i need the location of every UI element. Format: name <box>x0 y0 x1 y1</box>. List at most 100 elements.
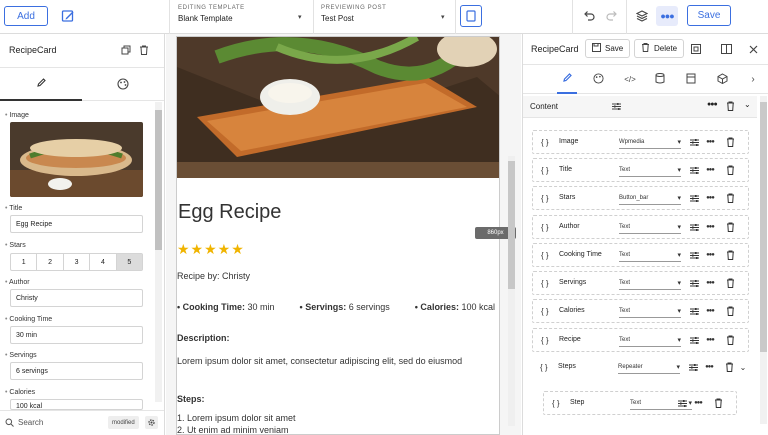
trash-icon[interactable] <box>724 305 736 317</box>
layers-icon[interactable] <box>633 7 651 25</box>
more-options-icon[interactable]: ●●● <box>703 361 715 373</box>
previewing-post-select[interactable]: PREVIEWING POST Test Post ▾ <box>321 5 449 23</box>
more-options-icon[interactable]: ●●● <box>704 277 716 289</box>
close-icon[interactable] <box>747 43 759 55</box>
servings-input[interactable]: 6 servings <box>10 362 143 380</box>
trash-icon[interactable] <box>724 277 736 289</box>
field-row[interactable]: { } Cooking Time Text ●●● <box>532 243 749 267</box>
field-type-select[interactable]: Text <box>619 278 681 290</box>
trash-icon[interactable] <box>724 249 736 261</box>
trash-icon[interactable] <box>724 334 736 346</box>
sliders-icon[interactable] <box>688 221 700 233</box>
chevron-down-icon[interactable]: ⌄ <box>744 100 751 109</box>
tab-edit[interactable] <box>0 68 82 101</box>
more-options-icon[interactable]: ●●● <box>692 397 704 409</box>
more-options-icon[interactable]: ●●● <box>707 101 718 108</box>
editing-template-select[interactable]: EDITING TEMPLATE Blank Template ▾ <box>178 5 306 23</box>
trash-icon[interactable] <box>724 221 736 233</box>
title-input[interactable]: Egg Recipe <box>10 215 143 233</box>
trash-icon[interactable] <box>138 44 150 56</box>
stars-option-5[interactable]: 5 <box>116 254 143 270</box>
field-row[interactable]: { } Recipe Text ●●● <box>532 328 749 352</box>
sliders-icon[interactable] <box>688 136 700 148</box>
sliders-icon[interactable] <box>688 277 700 289</box>
sliders-icon[interactable] <box>688 334 700 346</box>
tab-block[interactable] <box>712 65 732 94</box>
tab-template[interactable] <box>681 65 701 94</box>
field-row[interactable]: { }StepText●●● <box>543 391 737 415</box>
trash-icon[interactable] <box>724 136 736 148</box>
sliders-icon[interactable] <box>687 361 699 373</box>
add-button[interactable]: Add <box>4 6 48 26</box>
trash-icon[interactable] <box>726 101 735 113</box>
field-type-select[interactable]: Text <box>619 165 681 177</box>
viewport-toggle-button[interactable] <box>460 5 482 27</box>
scrollbar-thumb[interactable] <box>760 102 767 352</box>
field-row[interactable]: { } Servings Text ●●● <box>532 271 749 295</box>
field-row[interactable]: { } Steps Repeater ●●● ⌄ <box>532 356 749 380</box>
more-options-icon[interactable]: ●●● <box>704 305 716 317</box>
more-options-icon[interactable]: ●●● <box>704 334 716 346</box>
scrollbar[interactable] <box>760 96 767 424</box>
field-type-select[interactable]: Text <box>619 335 681 347</box>
edit-icon[interactable] <box>56 5 80 27</box>
tab-style[interactable] <box>82 68 164 101</box>
columns-icon[interactable] <box>720 43 732 55</box>
stars-option-4[interactable]: 4 <box>90 254 117 270</box>
tab-database[interactable] <box>650 65 670 94</box>
chevron-down-icon[interactable]: ⌄ <box>737 361 749 373</box>
stars-option-2[interactable]: 2 <box>37 254 64 270</box>
export-icon[interactable] <box>690 43 702 55</box>
more-options-icon[interactable]: ●●● <box>704 221 716 233</box>
more-options-icon[interactable]: ●●● <box>704 192 716 204</box>
search-input[interactable]: Search <box>18 418 43 427</box>
sliders-icon[interactable] <box>676 397 688 409</box>
save-block-button[interactable]: Save <box>585 39 631 58</box>
image-field-thumbnail[interactable] <box>10 122 143 197</box>
field-row[interactable]: { } Title Text ●●● <box>532 158 749 182</box>
save-button[interactable]: Save <box>687 5 731 26</box>
more-options-icon[interactable]: ●●● <box>704 136 716 148</box>
author-input[interactable]: Christy <box>10 289 143 307</box>
stars-option-3[interactable]: 3 <box>64 254 91 270</box>
sliders-icon[interactable] <box>688 305 700 317</box>
gear-icon[interactable] <box>145 416 158 429</box>
more-options-icon[interactable]: ●●● <box>704 164 716 176</box>
trash-icon[interactable] <box>724 164 736 176</box>
duplicate-icon[interactable] <box>120 44 132 56</box>
undo-icon[interactable] <box>580 7 598 25</box>
calories-input[interactable]: 100 kcal <box>10 399 143 410</box>
more-options-icon[interactable]: ●●● <box>656 6 678 26</box>
field-type-select[interactable]: Button_bar <box>619 193 681 205</box>
tab-code[interactable]: </> <box>620 65 640 94</box>
tab-style[interactable] <box>588 65 608 94</box>
field-type-select[interactable]: Text <box>619 250 681 262</box>
cooking-time-input[interactable]: 30 min <box>10 326 143 344</box>
sliders-icon[interactable] <box>688 192 700 204</box>
content-section-header[interactable]: Content ●●● ⌄ <box>523 96 757 118</box>
scrollbar[interactable] <box>508 156 515 426</box>
tab-edit[interactable] <box>557 65 577 94</box>
trash-icon[interactable] <box>723 361 735 373</box>
tab-next[interactable]: › <box>743 65 763 94</box>
redo-icon[interactable] <box>603 7 621 25</box>
field-row[interactable]: { } Stars Button_bar ●●● <box>532 186 749 210</box>
trash-icon[interactable] <box>724 192 736 204</box>
more-options-icon[interactable]: ●●● <box>704 249 716 261</box>
field-type-select[interactable]: Wpmedia <box>619 137 681 149</box>
delete-block-button[interactable]: Delete <box>634 39 685 58</box>
scrollbar-thumb[interactable] <box>155 110 162 250</box>
field-row[interactable]: { } Calories Text ●●● <box>532 299 749 323</box>
sliders-icon[interactable] <box>688 249 700 261</box>
field-type-select[interactable]: Text <box>619 222 681 234</box>
field-row[interactable]: { } Author Text ●●● <box>532 215 749 239</box>
stars-option-1[interactable]: 1 <box>11 254 38 270</box>
field-row[interactable]: { } Image Wpmedia ●●● <box>532 130 749 154</box>
scrollbar[interactable] <box>155 102 162 402</box>
sliders-icon[interactable] <box>688 164 700 176</box>
scrollbar-thumb[interactable] <box>508 161 515 289</box>
field-type-select[interactable]: Text <box>619 306 681 318</box>
sliders-icon[interactable] <box>612 102 621 113</box>
field-type-select[interactable]: Repeater <box>618 362 680 374</box>
trash-icon[interactable] <box>712 397 724 409</box>
